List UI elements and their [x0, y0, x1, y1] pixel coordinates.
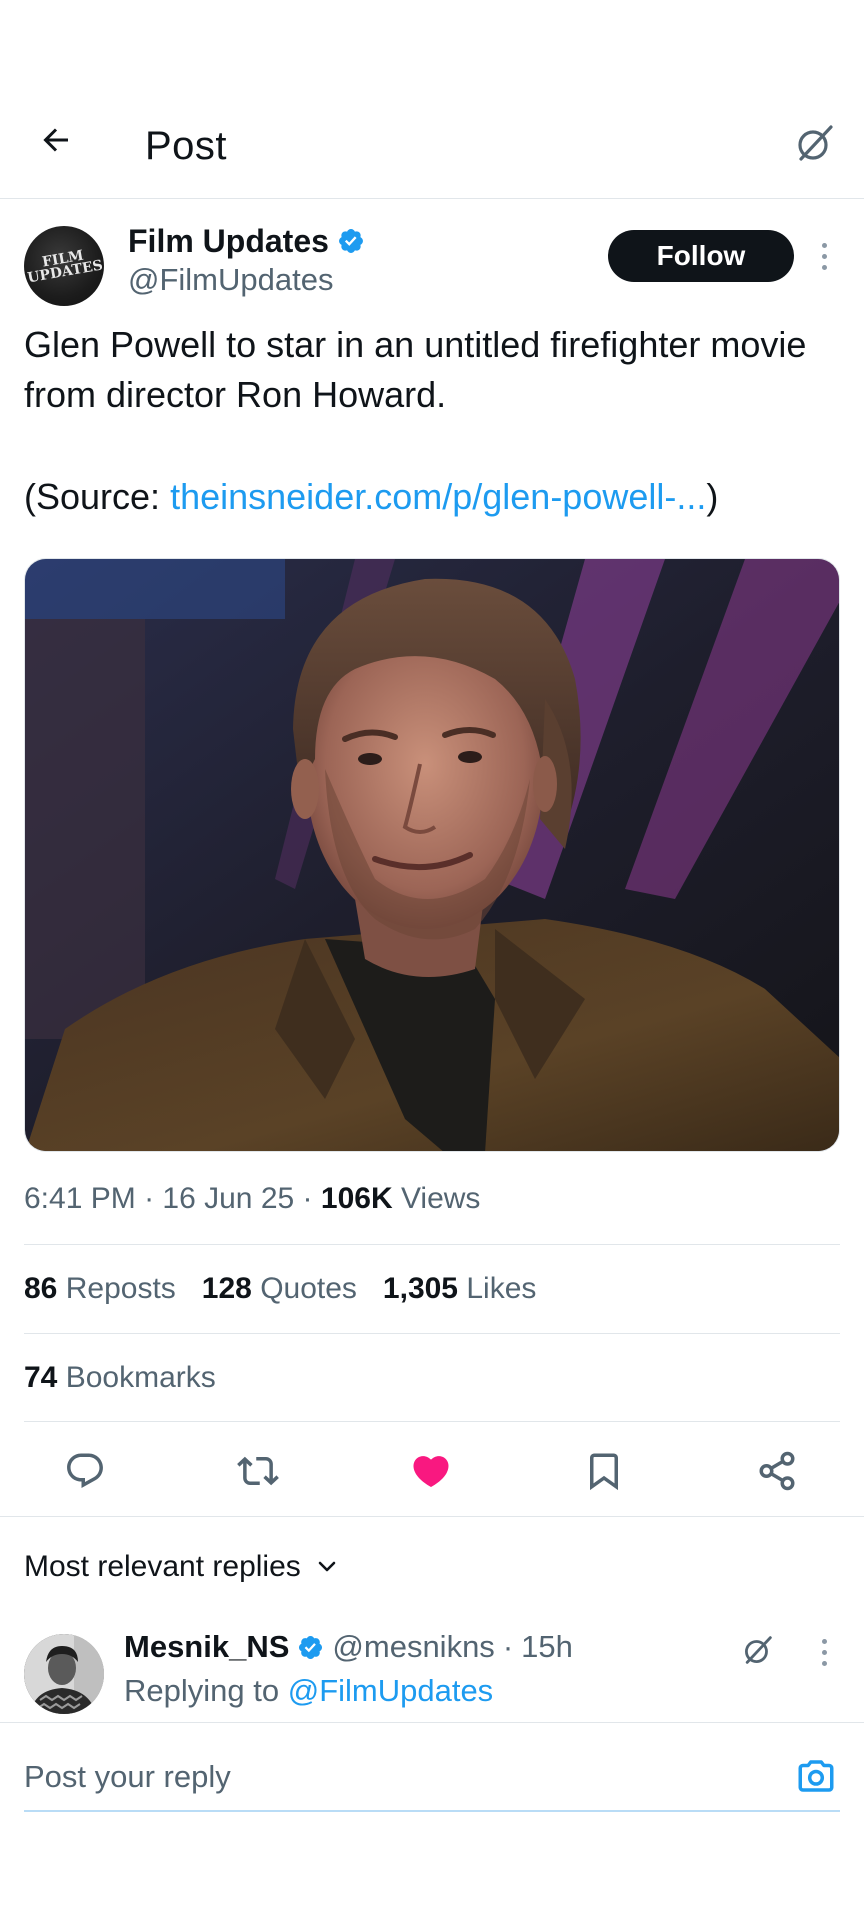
reply-grok-button[interactable] — [738, 1630, 778, 1670]
grok-button[interactable] — [792, 120, 838, 166]
views-label[interactable]: Views — [401, 1182, 480, 1215]
verified-badge-icon — [299, 1635, 323, 1659]
more-dot — [821, 1660, 827, 1666]
reply-header: Mesnik_NS @mesnikns · 15h — [124, 1626, 573, 1668]
replying-to: Replying to @FilmUpdates — [124, 1670, 493, 1712]
reply-button[interactable] — [60, 1446, 110, 1496]
post-date: 16 Jun 25 — [162, 1182, 295, 1215]
page-title: Post — [145, 124, 228, 168]
reply-input[interactable] — [24, 1752, 764, 1802]
bookmarks-count: 74 — [24, 1361, 58, 1394]
reposts-count: 86 — [24, 1272, 58, 1305]
share-button[interactable] — [752, 1446, 802, 1496]
repost-button[interactable] — [233, 1446, 283, 1496]
more-dot — [821, 242, 827, 248]
header-divider — [0, 198, 864, 199]
reply-author-handle[interactable]: @mesnikns — [332, 1626, 494, 1668]
likes-count: 1,305 — [382, 1272, 458, 1305]
reply-avatar-photo — [24, 1634, 104, 1714]
reposts-stat[interactable]: 86 Reposts — [24, 1268, 176, 1310]
source-prefix: (Source: — [24, 476, 171, 517]
camera-icon — [798, 1760, 834, 1792]
quotes-stat[interactable]: 128 Quotes — [202, 1268, 357, 1310]
post-photo — [25, 559, 839, 1151]
reply-icon — [67, 1453, 103, 1488]
more-dot — [821, 253, 827, 259]
grok-icon — [745, 1636, 772, 1664]
bookmark-icon — [590, 1453, 618, 1491]
more-dot — [821, 1638, 827, 1644]
meta-separator: · — [502, 1629, 514, 1664]
post-more-button[interactable] — [812, 236, 836, 276]
more-dot — [821, 264, 827, 270]
meta-separator: · — [302, 1182, 313, 1215]
post-source: (Source: theinsneider.com/p/glen-powell-… — [24, 472, 840, 522]
meta-separator: · — [144, 1182, 155, 1215]
verified-badge-icon — [338, 229, 363, 253]
compose-top-divider — [0, 1722, 864, 1723]
author-handle[interactable]: @FilmUpdates — [128, 260, 333, 300]
chevron-down-icon — [318, 1561, 336, 1572]
reply-age: 15h — [521, 1629, 573, 1664]
replies-sort-dropdown[interactable]: Most relevant replies — [24, 1546, 339, 1588]
avatar-logo: FILM UPDATES — [26, 247, 104, 287]
reply-avatar[interactable] — [24, 1634, 104, 1714]
post-time: 6:41 PM — [24, 1182, 136, 1215]
back-button[interactable] — [36, 120, 76, 160]
replying-prefix: Replying to — [124, 1673, 280, 1708]
author-name[interactable]: Film Updates — [128, 220, 329, 262]
arrow-left-icon — [43, 128, 68, 152]
post-meta: 6:41 PM · 16 Jun 25 · 106K Views — [24, 1178, 480, 1220]
like-button[interactable] — [406, 1446, 456, 1496]
grok-icon — [798, 125, 833, 161]
replies-sort-label: Most relevant replies — [24, 1550, 301, 1583]
more-dot — [821, 1649, 827, 1655]
stats-divider — [24, 1333, 840, 1334]
actions-divider — [0, 1516, 864, 1517]
likes-label: Likes — [466, 1272, 537, 1305]
post-text: Glen Powell to star in an untitled firef… — [24, 324, 807, 415]
bookmark-button[interactable] — [579, 1446, 629, 1496]
quotes-label: Quotes — [260, 1272, 357, 1305]
reply-more-button[interactable] — [812, 1632, 836, 1672]
share-icon — [759, 1451, 795, 1491]
likes-stat[interactable]: 1,305 Likes — [383, 1268, 536, 1310]
camera-button[interactable] — [792, 1752, 840, 1800]
repost-icon — [237, 1456, 279, 1486]
author-avatar[interactable]: FILM UPDATES — [24, 226, 104, 306]
bookmarks-label: Bookmarks — [65, 1361, 216, 1394]
bookmarks-stat[interactable]: 74 Bookmarks — [24, 1357, 216, 1399]
bookmarks-divider — [24, 1421, 840, 1422]
heart-filled-icon — [413, 1456, 449, 1488]
reply-author-name[interactable]: Mesnik_NS — [124, 1626, 289, 1668]
source-suffix: ) — [706, 476, 719, 517]
post-image[interactable] — [24, 558, 840, 1152]
meta-divider — [24, 1244, 840, 1245]
follow-button[interactable]: Follow — [608, 230, 794, 282]
post-stats: 86 Reposts 128 Quotes 1,305 Likes — [24, 1268, 536, 1310]
views-count[interactable]: 106K — [321, 1182, 393, 1215]
quotes-count: 128 — [201, 1272, 252, 1305]
compose-underline — [24, 1810, 840, 1812]
replying-to-handle[interactable]: @FilmUpdates — [288, 1673, 493, 1708]
source-link[interactable]: theinsneider.com/p/glen-powell-... — [170, 476, 706, 517]
reposts-label: Reposts — [65, 1272, 176, 1305]
author-name-row: Film Updates — [128, 220, 365, 262]
